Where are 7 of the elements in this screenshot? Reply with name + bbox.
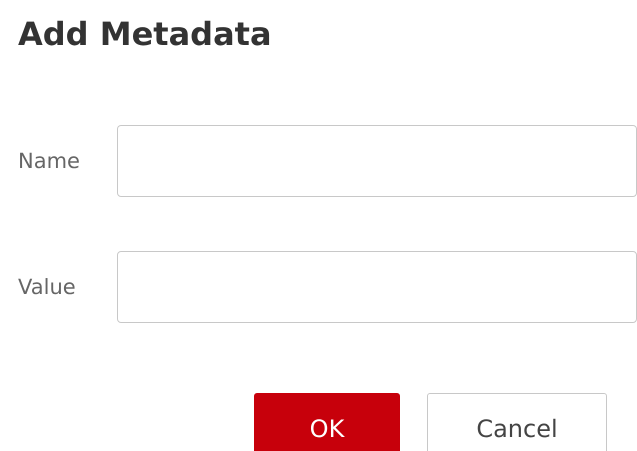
input-field[interactable] xyxy=(117,251,637,323)
ok-button[interactable]: OK xyxy=(254,393,400,451)
field-label: Value xyxy=(18,275,77,299)
input-field[interactable] xyxy=(117,125,637,197)
field-label: Name xyxy=(18,149,81,173)
cancel-button[interactable]: Cancel xyxy=(427,393,607,451)
dialog-title: Add Metadata xyxy=(18,14,273,55)
